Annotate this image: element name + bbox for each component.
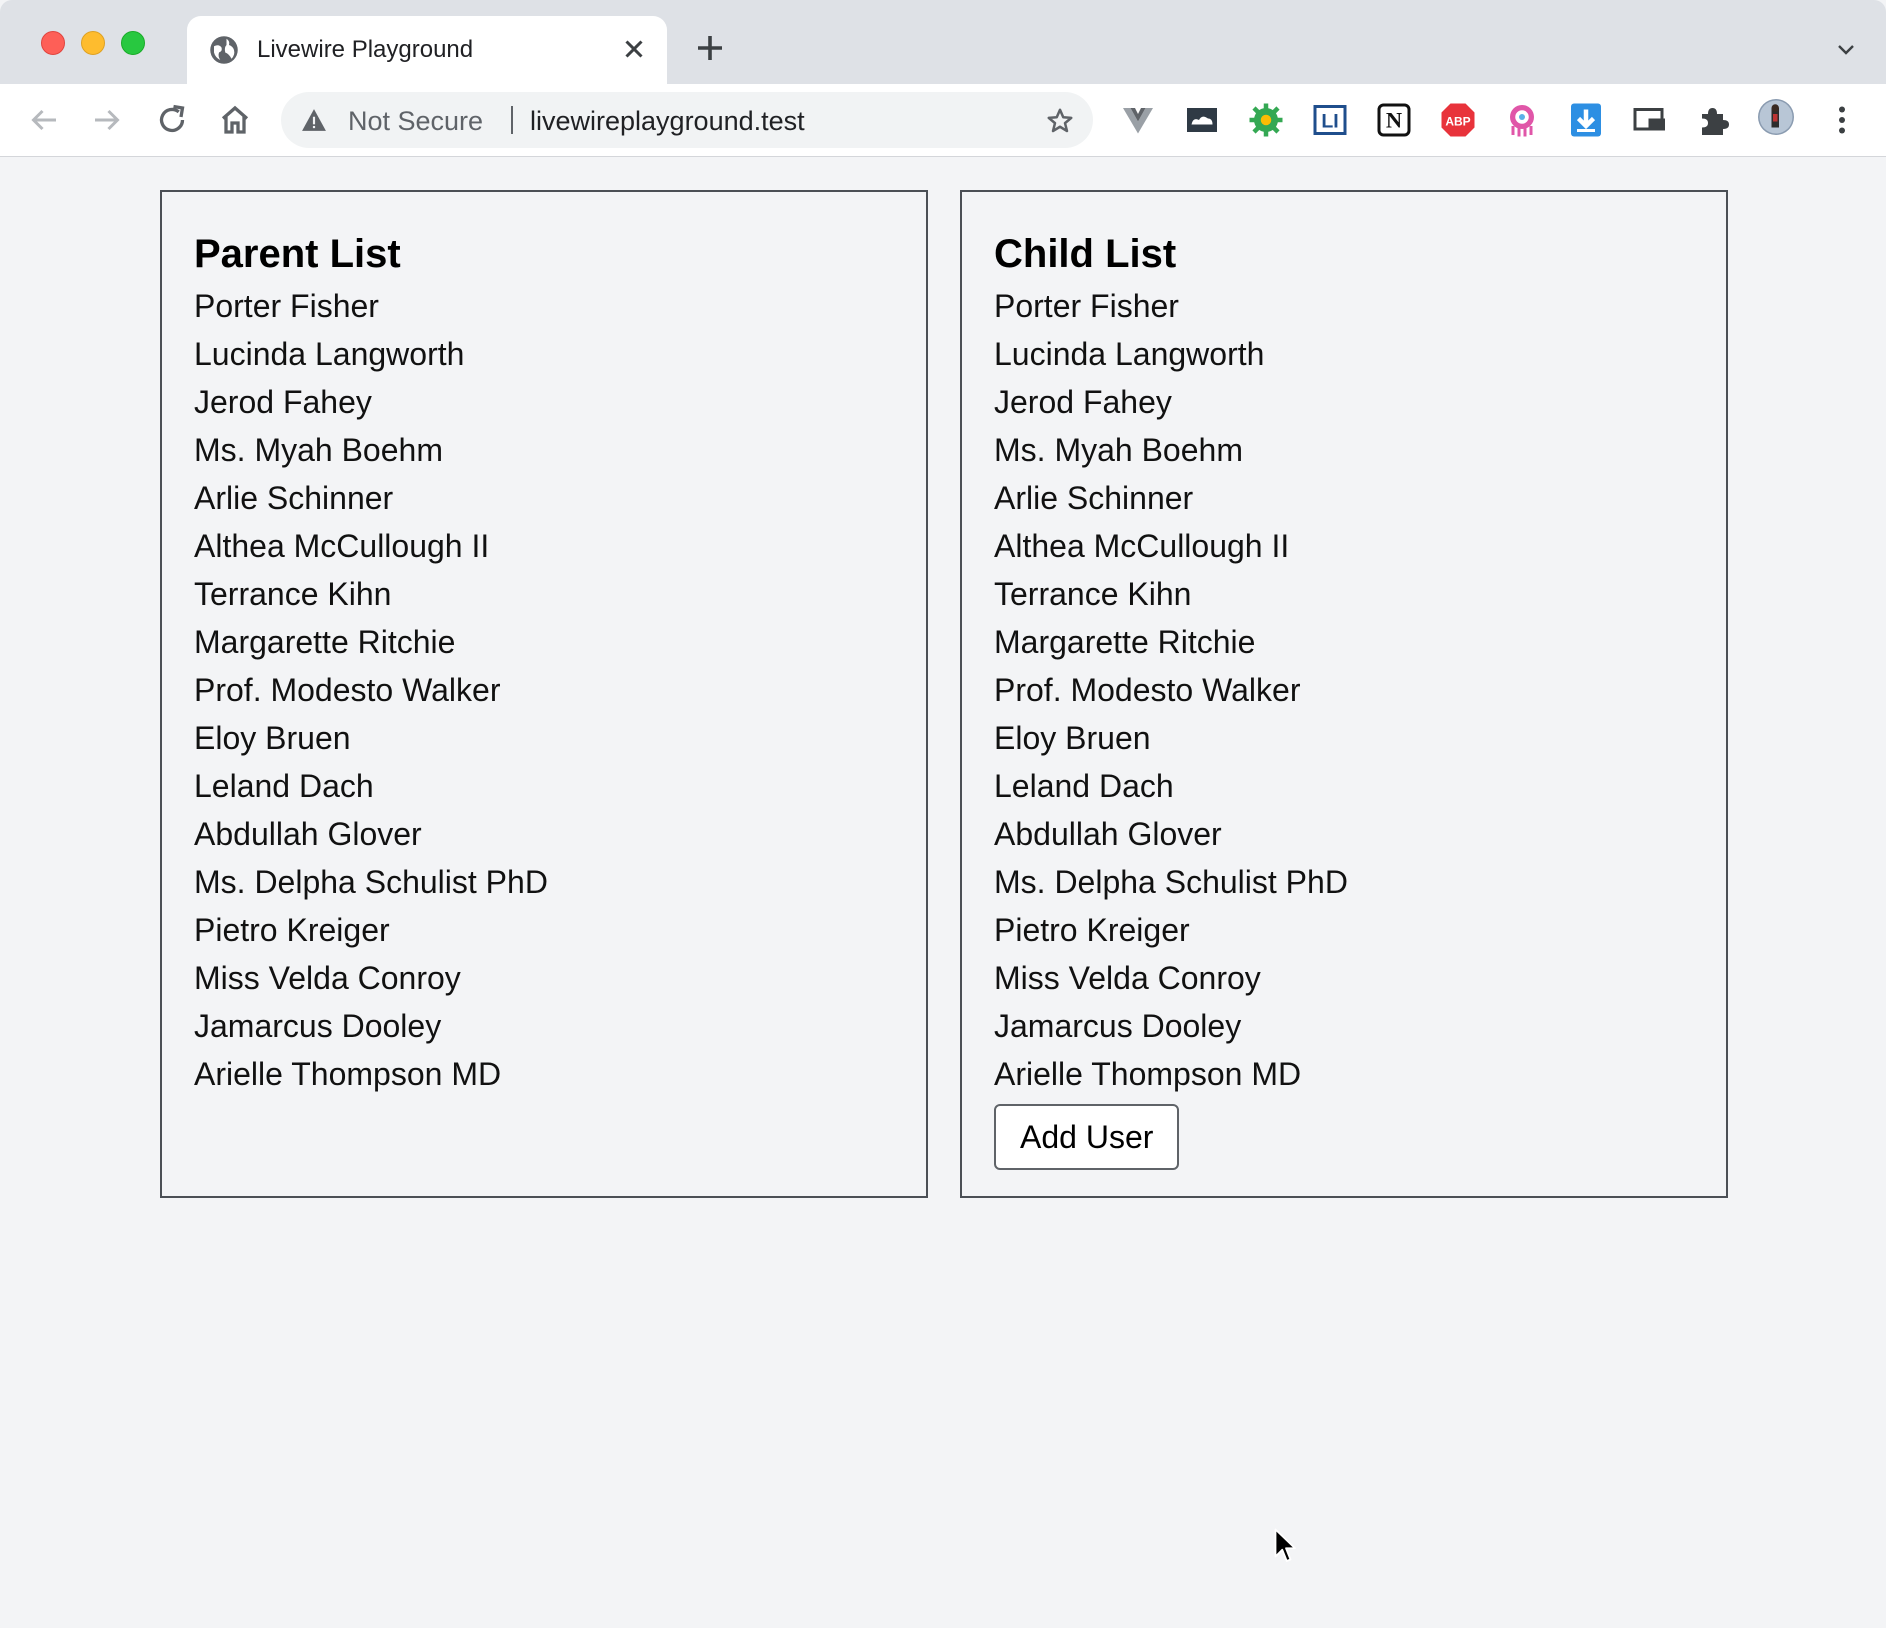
parent-list-title: Parent List [194,232,401,276]
child-list-panel: Child List Porter Fisher Lucinda Langwort… [960,190,1728,1198]
new-tab-icon[interactable] [692,30,728,66]
mouse-cursor-icon [1274,1528,1298,1564]
svg-text:N: N [1386,108,1402,133]
list-item: Ms. Myah Boehm [994,432,1243,468]
list-item: Pietro Kreiger [994,912,1190,948]
list-item: Eloy Bruen [994,720,1151,756]
puzzle-icon[interactable] [1696,102,1732,138]
list-item: Arielle Thompson MD [194,1056,502,1092]
tab-title: Livewire Playground [257,36,474,63]
list-item: Leland Dach [194,768,374,804]
browser-window: Livewire Playground Not Secure livewirep… [0,0,1886,1628]
list-item: Lucinda Langworth [994,336,1265,372]
forward-arrow-icon[interactable] [89,102,125,138]
list-item: Porter Fisher [194,288,379,324]
kebab-menu-icon[interactable] [1824,102,1860,138]
list-item: Prof. Modesto Walker [994,672,1301,708]
close-tab-icon[interactable] [619,34,649,64]
list-item: Jamarcus Dooley [994,1008,1242,1044]
list-item: Arlie Schinner [994,480,1194,516]
list-item: Terrance Kihn [994,576,1192,612]
list-item: Ms. Delpha Schulist PhD [994,864,1348,900]
list-item: Arielle Thompson MD [994,1056,1302,1092]
minimize-window-button[interactable] [81,31,105,55]
list-item: Margarette Ritchie [994,624,1256,660]
page-content: Parent List Porter Fisher Lucinda Langwor… [0,158,1886,1628]
parent-list: Porter Fisher Lucinda Langworth Jerod Fahe… [194,282,894,1098]
cast-icon[interactable] [1632,102,1668,138]
list-item: Pietro Kreiger [194,912,390,948]
url-text[interactable]: livewireplayground.test [530,106,805,137]
list-item: Arlie Schinner [194,480,394,516]
list-item: Prof. Modesto Walker [194,672,501,708]
list-item: Jerod Fahey [994,384,1172,420]
list-item: Margarette Ritchie [194,624,456,660]
download-extension-icon[interactable] [1568,102,1604,138]
svg-text:LI: LI [1321,111,1338,133]
address-bar[interactable]: Not Secure livewireplayground.test [281,92,1093,148]
list-item: Leland Dach [994,768,1174,804]
svg-text:ABP: ABP [1445,114,1470,128]
list-item: Althea McCullough II [194,528,490,564]
profile-avatar[interactable] [1758,99,1800,141]
cloud-extension-icon[interactable] [1184,102,1220,138]
li-extension-icon[interactable]: LI [1312,102,1348,138]
vue-devtools-icon[interactable] [1120,102,1156,138]
list-item: Abdullah Glover [994,816,1222,852]
home-icon[interactable] [217,102,253,138]
octopus-extension-icon[interactable] [1504,102,1540,138]
list-item: Jerod Fahey [194,384,372,420]
adblock-plus-icon[interactable]: ABP [1440,102,1476,138]
warning-icon[interactable] [301,108,327,132]
globe-icon [209,35,239,65]
tab-strip: Livewire Playground [0,0,1886,84]
chevron-down-icon[interactable] [1834,38,1858,62]
back-arrow-icon[interactable] [26,102,62,138]
close-window-button[interactable] [41,31,65,55]
notion-icon[interactable]: N [1376,102,1412,138]
bookmark-star-icon[interactable] [1045,106,1075,136]
list-item: Eloy Bruen [194,720,351,756]
gear-extension-icon[interactable] [1248,102,1284,138]
reload-icon[interactable] [154,102,190,138]
child-list: Porter Fisher Lucinda Langworth Jerod Fahe… [994,282,1694,1098]
browser-toolbar: Not Secure livewireplayground.test LI N … [0,84,1886,157]
list-item: Terrance Kihn [194,576,392,612]
list-item: Miss Velda Conroy [194,960,461,996]
list-item: Althea McCullough II [994,528,1290,564]
list-item: Porter Fisher [994,288,1179,324]
list-item: Miss Velda Conroy [994,960,1261,996]
maximize-window-button[interactable] [121,31,145,55]
list-item: Ms. Delpha Schulist PhD [194,864,548,900]
omnibox-divider [511,106,513,134]
tab-livewire-playground[interactable]: Livewire Playground [187,16,667,84]
list-item: Ms. Myah Boehm [194,432,443,468]
list-item: Jamarcus Dooley [194,1008,442,1044]
security-label[interactable]: Not Secure [348,106,483,137]
list-item: Lucinda Langworth [194,336,465,372]
list-item: Abdullah Glover [194,816,422,852]
add-user-button[interactable]: Add User [994,1104,1180,1170]
child-list-title: Child List [994,232,1177,276]
parent-list-panel: Parent List Porter Fisher Lucinda Langwor… [160,190,928,1198]
